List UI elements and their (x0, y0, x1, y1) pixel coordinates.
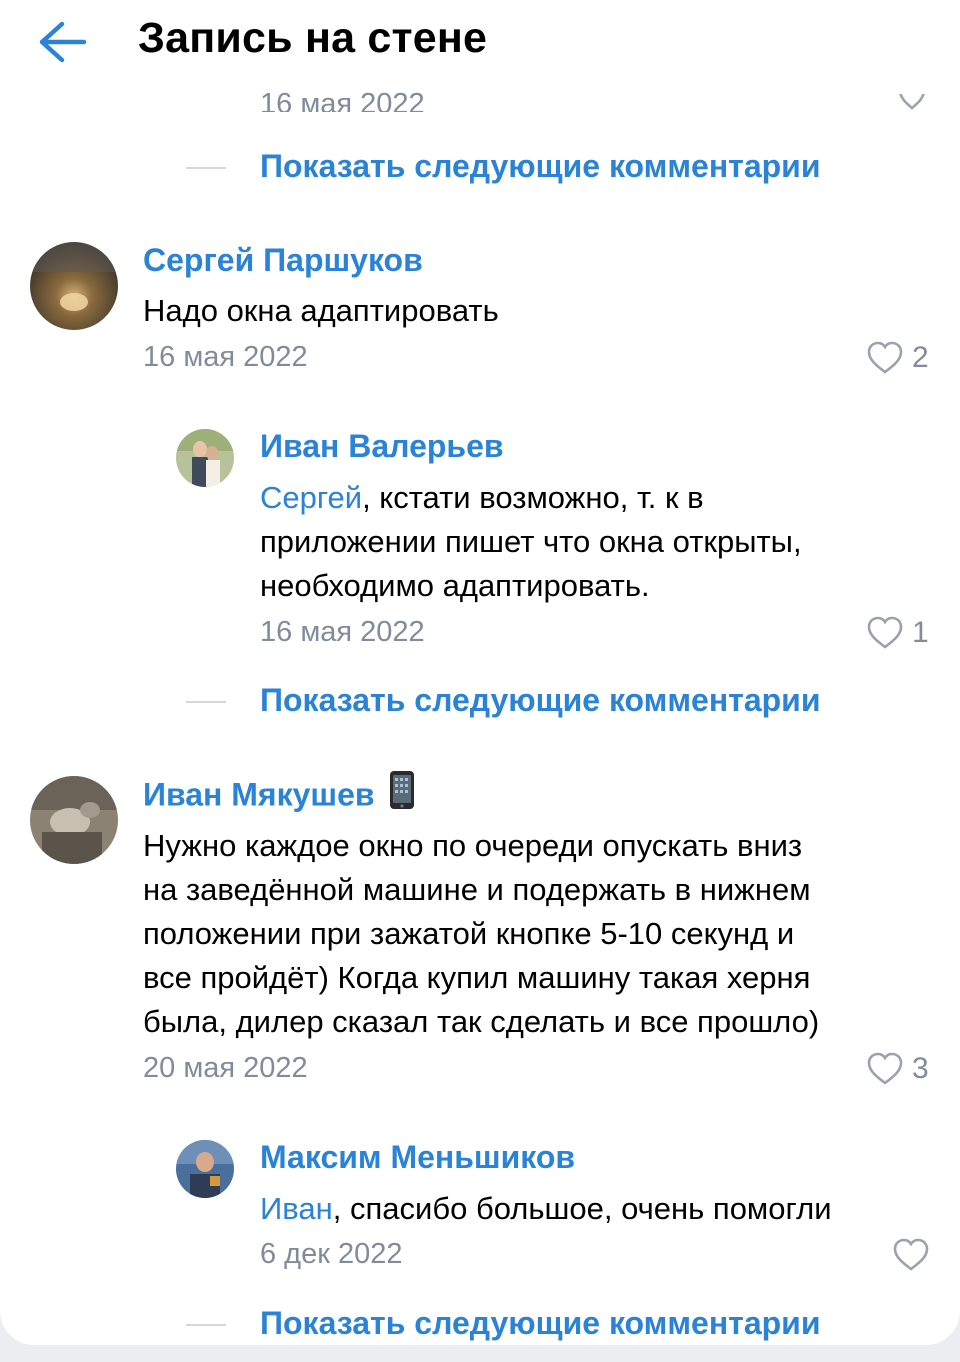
heart-outline-icon (867, 1052, 903, 1085)
comment-author[interactable]: Сергей Паршуков (143, 242, 423, 279)
avatar[interactable] (176, 1140, 234, 1198)
like-button[interactable] (892, 1235, 938, 1275)
comment-author[interactable]: Максим Меньшиков (260, 1139, 575, 1176)
like-count: 1 (912, 616, 929, 649)
mobile-phone-icon (389, 770, 415, 818)
like-count: 2 (912, 341, 929, 374)
top-bar: Запись на стене (0, 0, 960, 86)
heart-outline-icon (893, 1238, 929, 1271)
comment-text: Иван, спасибо большое, очень помогли (260, 1187, 832, 1231)
page-title: Запись на стене (138, 14, 488, 62)
avatar[interactable] (30, 242, 118, 330)
avatar[interactable] (176, 429, 234, 487)
comment-text-line: , спасибо большое, очень помогли (332, 1191, 832, 1226)
show-more-comments[interactable]: Показать следующие комментарии (186, 682, 866, 722)
heart-outline-icon (867, 616, 903, 649)
like-button[interactable]: 1 (866, 613, 929, 653)
comment-author[interactable]: Иван Мякушев (143, 771, 415, 818)
avatar[interactable] (30, 776, 118, 864)
comment-text-line: положении при зажатой кнопке 5-10 секунд… (143, 916, 795, 951)
comment-text-line: Нужно каждое окно по очереди опускать вн… (143, 828, 803, 863)
comment-author[interactable]: Иван Валерьев (260, 428, 504, 465)
like-count: 3 (912, 1052, 929, 1085)
like-icon-partial[interactable] (898, 94, 926, 112)
comment-text: Сергей, кстати возможно, т. к в приложен… (260, 476, 900, 608)
comment-date: 20 мая 2022 (143, 1052, 308, 1084)
comment-text-line: была, дилер сказал так сделать и все про… (143, 1004, 820, 1039)
heart-outline-icon (867, 341, 903, 374)
comment-author-name: Иван Мякушев (143, 776, 375, 813)
like-button[interactable]: 2 (866, 338, 929, 378)
comment-text-line: , кстати возможно, т. к в (362, 480, 704, 515)
comment-date: 16 мая 2022 (260, 616, 425, 648)
comment-date: 6 дек 2022 (260, 1238, 403, 1270)
comment-text-line: приложении пишет что окна открыты, (260, 524, 802, 559)
show-more-link[interactable]: Показать следующие комментарии (260, 682, 821, 719)
show-more-comments[interactable]: Показать следующие комментарии (186, 148, 866, 188)
comment-text-line: необходимо адаптировать. (260, 568, 650, 603)
show-more-link[interactable]: Показать следующие комментарии (260, 148, 821, 185)
mention-link[interactable]: Сергей (260, 480, 362, 515)
back-button[interactable] (34, 18, 90, 66)
thread-dash (186, 167, 226, 169)
thread-dash (186, 1324, 226, 1326)
show-more-link[interactable]: Показать следующие комментарии (260, 1305, 821, 1342)
comment-text: Надо окна адаптировать (143, 293, 499, 328)
thread-dash (186, 701, 226, 703)
mention-link[interactable]: Иван (260, 1191, 333, 1226)
arrow-left-icon (39, 21, 87, 63)
comment-text-line: на заведённой машине и подержать в нижне… (143, 872, 811, 907)
show-more-comments[interactable]: Показать следующие комментарии (186, 1305, 866, 1345)
comment-date: 16 мая 2022 (143, 341, 308, 373)
comment-text-line: все пройдёт) Когда купил машину такая хе… (143, 960, 811, 995)
comment-date-partial: 16 мая 2022 (260, 88, 425, 112)
comment-text: Нужно каждое окно по очереди опускать вн… (143, 824, 933, 1044)
wall-post-screen: 16 мая 2022 Показать следующие комментар… (0, 0, 960, 1345)
like-button[interactable]: 3 (866, 1049, 929, 1089)
